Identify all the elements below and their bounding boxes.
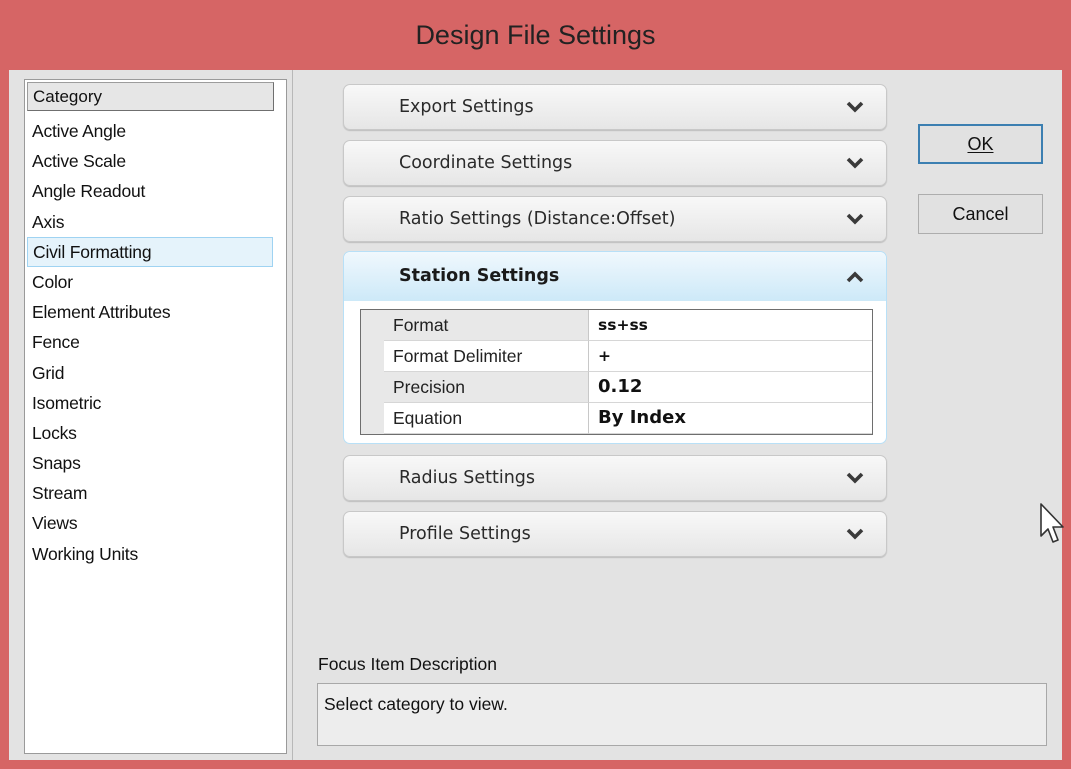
chevron-up-icon: [846, 271, 864, 283]
property-row-format-delimiter[interactable]: Format Delimiter +: [361, 341, 872, 372]
station-settings-header[interactable]: Station Settings: [344, 252, 886, 301]
station-property-grid: Format ss+ss Format Delimiter + Precisio…: [360, 309, 873, 435]
category-item-fence[interactable]: Fence: [27, 327, 284, 357]
ok-button[interactable]: OK: [918, 124, 1043, 164]
category-header[interactable]: Category: [27, 82, 274, 111]
section-label: Station Settings: [399, 266, 560, 286]
property-name: Equation: [384, 403, 589, 434]
property-row-format[interactable]: Format ss+ss: [361, 310, 872, 341]
mouse-pointer-icon: [1040, 503, 1064, 543]
category-item-stream[interactable]: Stream: [27, 478, 284, 508]
section-label: Radius Settings: [399, 468, 536, 488]
category-item-active-angle[interactable]: Active Angle: [27, 116, 284, 146]
property-value[interactable]: ss+ss: [589, 310, 872, 341]
category-item-element-attributes[interactable]: Element Attributes: [27, 297, 284, 327]
category-item-isometric[interactable]: Isometric: [27, 388, 284, 418]
chevron-down-icon: [846, 213, 864, 225]
chevron-down-icon: [846, 528, 864, 540]
focus-item-description-text: Select category to view.: [324, 694, 508, 714]
cancel-button[interactable]: Cancel: [918, 194, 1043, 234]
category-item-grid[interactable]: Grid: [27, 358, 284, 388]
row-gutter: [361, 310, 384, 341]
category-header-label: Category: [33, 87, 102, 106]
section-ratio-settings[interactable]: Ratio Settings (Distance:Offset): [343, 196, 887, 242]
section-station-settings: Station Settings Format ss+ss Format Del…: [343, 251, 887, 444]
category-item-axis[interactable]: Axis: [27, 207, 284, 237]
category-item-snaps[interactable]: Snaps: [27, 448, 284, 478]
section-export-settings[interactable]: Export Settings: [343, 84, 887, 130]
property-row-equation[interactable]: Equation By Index: [361, 403, 872, 434]
section-profile-settings[interactable]: Profile Settings: [343, 511, 887, 557]
window-title: Design File Settings: [415, 19, 656, 50]
focus-item-description-box: Select category to view.: [317, 683, 1047, 746]
property-value[interactable]: By Index: [589, 403, 872, 434]
section-radius-settings[interactable]: Radius Settings: [343, 455, 887, 501]
cancel-button-label: Cancel: [952, 204, 1009, 224]
panel-splitter[interactable]: [292, 70, 300, 760]
section-coordinate-settings[interactable]: Coordinate Settings: [343, 140, 887, 186]
property-value[interactable]: 0.12: [589, 372, 872, 403]
category-items: Active Angle Active Scale Angle Readout …: [27, 116, 284, 569]
category-list[interactable]: Category Active Angle Active Scale Angle…: [24, 79, 287, 754]
category-item-angle-readout[interactable]: Angle Readout: [27, 176, 284, 206]
chevron-down-icon: [846, 472, 864, 484]
property-name: Precision: [384, 372, 589, 403]
ok-button-label: OK: [967, 134, 994, 154]
property-value[interactable]: +: [589, 341, 872, 372]
focus-item-description-label: Focus Item Description: [318, 654, 497, 674]
property-name: Format Delimiter: [384, 341, 589, 372]
window-titlebar[interactable]: Design File Settings: [0, 0, 1071, 70]
section-label: Coordinate Settings: [399, 153, 573, 173]
section-label: Ratio Settings (Distance:Offset): [399, 209, 676, 229]
section-label: Export Settings: [399, 97, 534, 117]
row-gutter: [361, 341, 384, 372]
category-item-working-units[interactable]: Working Units: [27, 539, 284, 569]
category-item-views[interactable]: Views: [27, 508, 284, 538]
row-gutter: [361, 403, 384, 434]
category-item-civil-formatting[interactable]: Civil Formatting: [27, 236, 273, 267]
category-item-locks[interactable]: Locks: [27, 418, 284, 448]
category-item-color[interactable]: Color: [27, 267, 284, 297]
section-label: Profile Settings: [399, 524, 531, 544]
category-item-active-scale[interactable]: Active Scale: [27, 146, 284, 176]
row-gutter: [361, 372, 384, 403]
property-row-precision[interactable]: Precision 0.12: [361, 372, 872, 403]
property-name: Format: [384, 310, 589, 341]
chevron-down-icon: [846, 101, 864, 113]
chevron-down-icon: [846, 157, 864, 169]
